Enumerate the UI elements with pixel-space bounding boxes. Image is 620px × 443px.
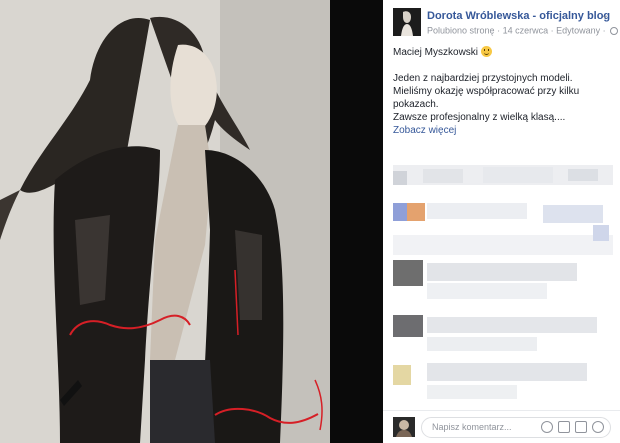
post-photo[interactable] [0,0,330,443]
viewer-avatar [393,417,415,437]
comment-composer: Napisz komentarz... [383,410,620,443]
camera-icon[interactable] [558,421,570,433]
comment-input[interactable]: Napisz komentarz... [421,417,611,438]
page-avatar[interactable] [393,8,421,36]
blurred-reactions-comments [393,165,613,405]
smiley-icon[interactable] [541,421,553,433]
post-date-link[interactable]: 14 czerwca [503,26,549,36]
gif-icon[interactable] [575,421,587,433]
liked-page-label: Polubiono stronę [427,25,495,36]
edited-label[interactable]: Edytowany [556,26,600,36]
photo-viewer [0,0,383,443]
post-line-2: Jeden z najbardziej przystojnych modeli. [393,73,573,84]
comment-placeholder: Napisz komentarz... [432,422,512,432]
post-line-4: pokazach. [393,99,439,110]
page-name-link[interactable]: Dorota Wróblewska - oficjalny blog [427,10,610,22]
post-line-3: Mieliśmy okazję współpracować przy kilku [393,86,580,97]
post-meta: Polubiono stronę · 14 czerwca · Edytowan… [427,25,619,36]
globe-icon [610,26,619,35]
chevron-down-icon[interactable]: ⌄ [599,10,611,22]
comment-actions [541,421,604,435]
sticker-icon[interactable] [592,421,604,433]
post-header: Dorota Wróblewska - oficjalny blog Polub… [393,8,619,38]
smiley-icon [480,46,492,57]
post-line-1: Maciej Myszkowski [393,47,479,58]
post-line-5: Zawsze profesjonalny z wielką klasą.... [393,112,566,123]
post-text: Maciej Myszkowski Jeden z najbardziej pr… [393,46,613,137]
see-more-link[interactable]: Zobacz więcej [393,125,456,136]
photo-letterbox [330,0,383,443]
